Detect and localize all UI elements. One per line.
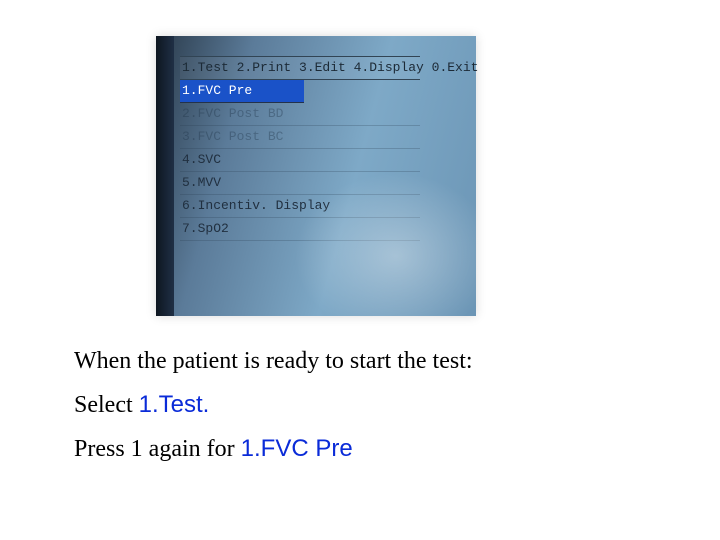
caption-line-2-plain: Select: [74, 392, 139, 418]
caption-line-1: When the patient is ready to start the t…: [74, 344, 473, 378]
instruction-caption: When the patient is ready to start the t…: [74, 344, 473, 476]
caption-line-3: Press 1 again for 1.FVC Pre: [74, 432, 473, 466]
menu-item-svc[interactable]: 4.SVC: [180, 149, 420, 172]
menu-item-fvc-post-bd[interactable]: 2.FVC Post BD: [180, 103, 420, 126]
screen-bezel: [156, 36, 174, 316]
caption-line-3-plain: Press 1 again for: [74, 436, 241, 462]
caption-line-2-highlight: 1.Test.: [139, 391, 210, 418]
caption-line-3-highlight: 1.FVC Pre: [241, 435, 353, 462]
device-screen-photo: 1.Test 2.Print 3.Edit 4.Display 0.Exit 1…: [156, 36, 476, 316]
menu-item-incentive-display[interactable]: 6.Incentiv. Display: [180, 195, 420, 218]
caption-line-2: Select 1.Test.: [74, 388, 473, 422]
menu-item-fvc-pre[interactable]: 1.FVC Pre: [180, 80, 304, 103]
menu-item-mvv[interactable]: 5.MVV: [180, 172, 420, 195]
device-menu: 1.Test 2.Print 3.Edit 4.Display 0.Exit 1…: [180, 56, 420, 241]
menu-item-fvc-post-bc[interactable]: 3.FVC Post BC: [180, 126, 420, 149]
menu-item-spo2[interactable]: 7.SpO2: [180, 218, 420, 241]
menu-header: 1.Test 2.Print 3.Edit 4.Display 0.Exit: [180, 56, 420, 80]
